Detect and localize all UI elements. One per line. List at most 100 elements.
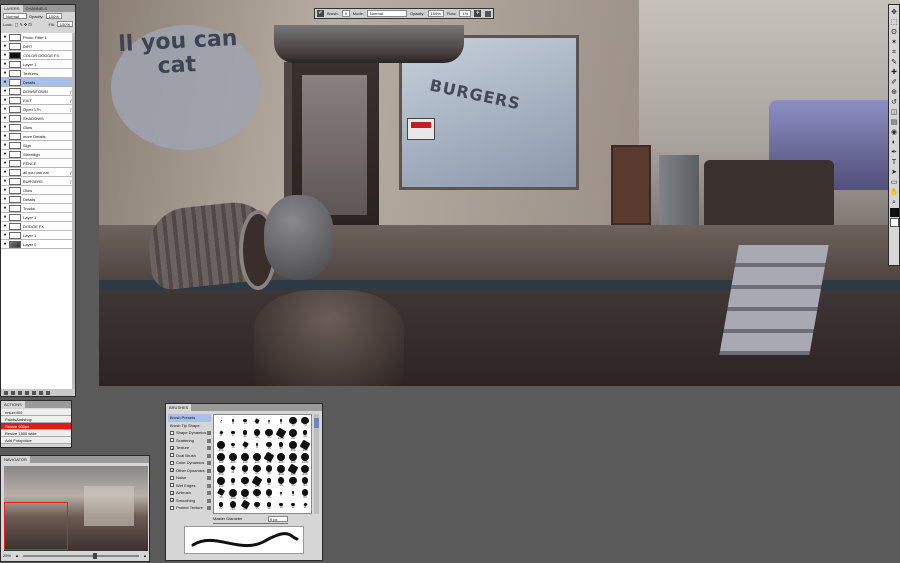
brush-preset[interactable]: 13	[239, 416, 251, 428]
brush-size-picker[interactable]: 9	[341, 10, 350, 17]
brush-option-lock-icon[interactable]	[207, 461, 211, 465]
lock-icon[interactable]: ▢ ✎ ✥ ⊡	[15, 22, 32, 27]
brush-preset[interactable]: 11	[299, 500, 311, 512]
layer-row[interactable]: ● DOWNTOWN ƒ	[1, 87, 75, 96]
layers-scrollbar[interactable]	[72, 33, 75, 389]
brush-option[interactable]: Brush Tip Shape	[168, 422, 211, 430]
brush-preset[interactable]: 70	[299, 416, 311, 428]
brush-option-checkbox[interactable]	[170, 430, 174, 435]
move-icon[interactable]: ✥	[890, 8, 899, 17]
hand-icon[interactable]: ✋	[890, 188, 899, 197]
brush-option-lock-icon[interactable]	[207, 431, 211, 435]
eye-icon[interactable]: ●	[1, 97, 9, 103]
brush-preset[interactable]: 65	[287, 476, 299, 488]
action-item[interactable]: Add Fotopolice	[1, 437, 71, 444]
brush-preset[interactable]: 21	[227, 476, 239, 488]
brush-preset[interactable]: 9	[227, 416, 239, 428]
brush-preset[interactable]: 45	[239, 464, 251, 476]
eye-icon[interactable]: ●	[1, 151, 9, 157]
brush-option-lock-icon[interactable]	[207, 446, 211, 450]
layer-row[interactable]: ● Layer 1	[1, 231, 75, 240]
brush-preset[interactable]: 400	[275, 452, 287, 464]
brush-preset[interactable]: 5	[275, 488, 287, 500]
adjustment-layer-icon[interactable]	[25, 390, 29, 395]
eyedropper-icon[interactable]: ✎	[890, 58, 899, 67]
action-item[interactable]: Resize 1500 wide	[1, 430, 71, 437]
brush-option-checkbox[interactable]	[170, 460, 174, 465]
brush-option[interactable]: Wet Edges	[168, 482, 211, 490]
brush-preset[interactable]: 9	[251, 440, 263, 452]
layer-row[interactable]: ● BURGERS ƒ	[1, 177, 75, 186]
brush-preset[interactable]: 45	[263, 488, 275, 500]
brush-option[interactable]: Scattering	[168, 437, 211, 445]
layer-row[interactable]: ● Textures	[1, 69, 75, 78]
mode-select[interactable]: Normal	[366, 10, 407, 17]
brush-option-checkbox[interactable]: ✓	[170, 468, 174, 473]
brush-option-checkbox[interactable]	[170, 475, 174, 480]
brush-preset[interactable]: 400	[299, 439, 311, 452]
brush-option[interactable]: Noise	[168, 474, 211, 482]
brush-preset[interactable]: 45	[275, 476, 287, 488]
brush-preset[interactable]: 50	[215, 488, 227, 500]
brush-preset[interactable]: 400	[215, 452, 227, 464]
tab-channels[interactable]: CHANNELS	[23, 5, 51, 12]
action-item[interactable]: Resize 900px	[1, 423, 71, 430]
brush-preset[interactable]: 60	[299, 476, 311, 488]
eye-icon[interactable]: ●	[1, 178, 9, 184]
brush-preset[interactable]: 1000	[299, 452, 311, 464]
eye-icon[interactable]: ●	[1, 52, 9, 58]
eye-icon[interactable]: ●	[1, 232, 9, 238]
palette-toggle-icon[interactable]	[485, 10, 491, 17]
brush-preset[interactable]: 70	[287, 416, 299, 428]
blend-mode-select[interactable]: Normal	[3, 13, 27, 19]
brush-preset[interactable]: 100	[251, 475, 263, 488]
new-layer-icon[interactable]	[39, 390, 43, 395]
lasso-icon[interactable]: ʘ	[890, 28, 899, 37]
brush-option-lock-icon[interactable]	[207, 438, 211, 443]
brush-option[interactable]: Brush Presets	[168, 414, 211, 422]
zoom-value[interactable]: 25%	[3, 553, 11, 558]
zoom-out-icon[interactable]: ▲	[15, 553, 19, 558]
brush-preset[interactable]: 400	[287, 463, 299, 476]
brush-preset[interactable]: 60	[227, 500, 239, 512]
brush-preset[interactable]: 21	[263, 476, 275, 488]
zoom-icon[interactable]: ⌕	[890, 198, 899, 207]
brush-option-lock-icon[interactable]	[207, 506, 211, 510]
brush-preset[interactable]: 70	[239, 476, 251, 488]
brush-preset[interactable]: 400	[275, 464, 287, 476]
eye-icon[interactable]: ●	[1, 70, 9, 76]
brush-preset[interactable]: 45	[251, 428, 263, 440]
brush-preset[interactable]: 100	[251, 452, 263, 464]
brush-preset[interactable]: 9	[287, 488, 299, 500]
pen-icon[interactable]: ✒	[890, 148, 899, 157]
layer-row[interactable]: ● FENCE	[1, 159, 75, 168]
layer-row[interactable]: ● Trucks	[1, 204, 75, 213]
brush-preset[interactable]: 80	[287, 428, 299, 440]
zoom-slider-knob[interactable]	[92, 552, 97, 559]
tab-layers[interactable]: LAYERS	[1, 5, 23, 12]
shape-icon[interactable]: ▭	[890, 178, 899, 187]
path-select-icon[interactable]: ➤	[890, 168, 899, 177]
eye-icon[interactable]: ●	[1, 205, 9, 211]
brush-option[interactable]: Color Dynamics	[168, 459, 211, 467]
brush-option-checkbox[interactable]: ✓	[170, 445, 174, 450]
brush-option-lock-icon[interactable]	[207, 498, 211, 503]
opacity-bar-field[interactable]: 100%	[427, 10, 444, 17]
eye-icon[interactable]: ●	[1, 223, 9, 229]
brush-option-lock-icon[interactable]	[207, 483, 211, 488]
brush-option-checkbox[interactable]: ✓	[170, 498, 174, 503]
eye-icon[interactable]: ●	[1, 88, 9, 94]
eraser-icon[interactable]: ◫	[890, 108, 899, 117]
brush-preset[interactable]: 21	[239, 428, 251, 440]
fill-field[interactable]: 100%	[56, 21, 73, 27]
brush-preset[interactable]: 19	[227, 440, 239, 452]
brush-preset[interactable]: 60	[263, 464, 275, 476]
action-item[interactable]: resize400	[1, 409, 71, 416]
brush-preset[interactable]: 31	[239, 440, 251, 452]
brush-preset[interactable]: 19	[251, 416, 263, 428]
eye-icon[interactable]: ●	[1, 106, 9, 112]
brush-preset[interactable]: 200	[227, 488, 239, 500]
history-brush-icon[interactable]: ↺	[890, 98, 899, 107]
eye-icon[interactable]: ●	[1, 133, 9, 139]
marquee-icon[interactable]: ⬚	[890, 18, 899, 27]
